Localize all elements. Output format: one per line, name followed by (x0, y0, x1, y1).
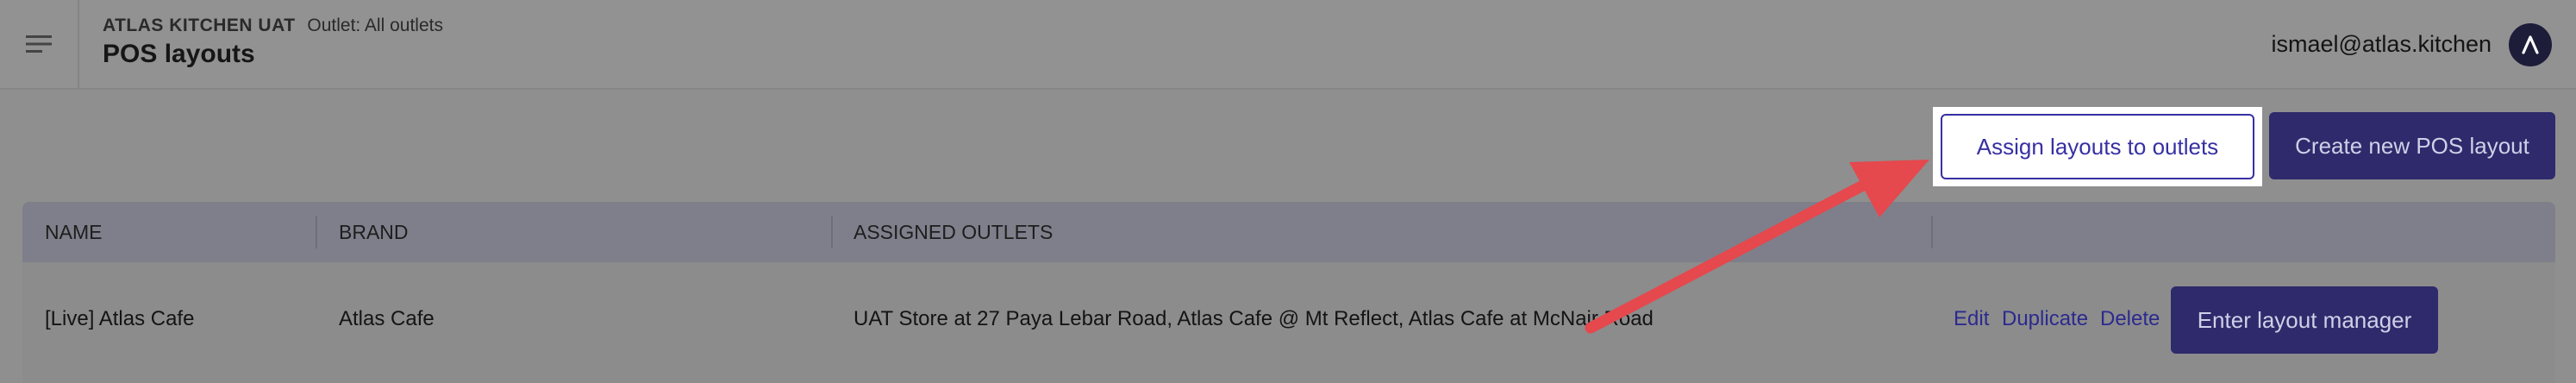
table-header: NAME BRAND ASSIGNED OUTLETS (22, 202, 2555, 262)
org-name: ATLAS KITCHEN UAT (103, 16, 296, 35)
column-header-brand: BRAND (339, 221, 409, 243)
create-layout-button[interactable]: Create new POS layout (2269, 112, 2555, 179)
column-divider (316, 216, 317, 248)
assign-layouts-button[interactable]: Assign layouts to outlets (1941, 114, 2254, 179)
avatar[interactable] (2509, 23, 2552, 66)
delete-link[interactable]: Delete (2100, 307, 2160, 331)
enter-layout-manager-button[interactable]: Enter layout manager (2171, 286, 2438, 354)
column-divider (831, 216, 833, 248)
atlas-logo-icon (2522, 35, 2539, 54)
user-email[interactable]: ismael@atlas.kitchen (2271, 31, 2492, 58)
edit-link[interactable]: Edit (1954, 307, 1989, 331)
outlet-selector[interactable]: Outlet: All outlets (307, 16, 443, 35)
menu-button[interactable] (0, 0, 79, 88)
column-divider (1931, 216, 1933, 248)
assigned-outlets: UAT Store at 27 Paya Lebar Road, Atlas C… (853, 307, 1654, 330)
assign-layouts-highlight: Assign layouts to outlets (1933, 107, 2262, 186)
breadcrumb: ATLAS KITCHEN UAT Outlet: All outlets (103, 16, 443, 36)
top-bar: ATLAS KITCHEN UAT Outlet: All outlets PO… (0, 0, 2576, 90)
layout-brand: Atlas Cafe (339, 307, 435, 330)
column-header-name: NAME (45, 221, 103, 243)
menu-icon (26, 35, 52, 53)
duplicate-link[interactable]: Duplicate (2002, 307, 2088, 331)
column-header-outlets: ASSIGNED OUTLETS (853, 221, 1054, 243)
layout-name: [Live] Atlas Cafe (45, 307, 195, 330)
page-title: POS layouts (103, 40, 255, 68)
layouts-table: NAME BRAND ASSIGNED OUTLETS [Live] Atlas… (22, 202, 2555, 383)
